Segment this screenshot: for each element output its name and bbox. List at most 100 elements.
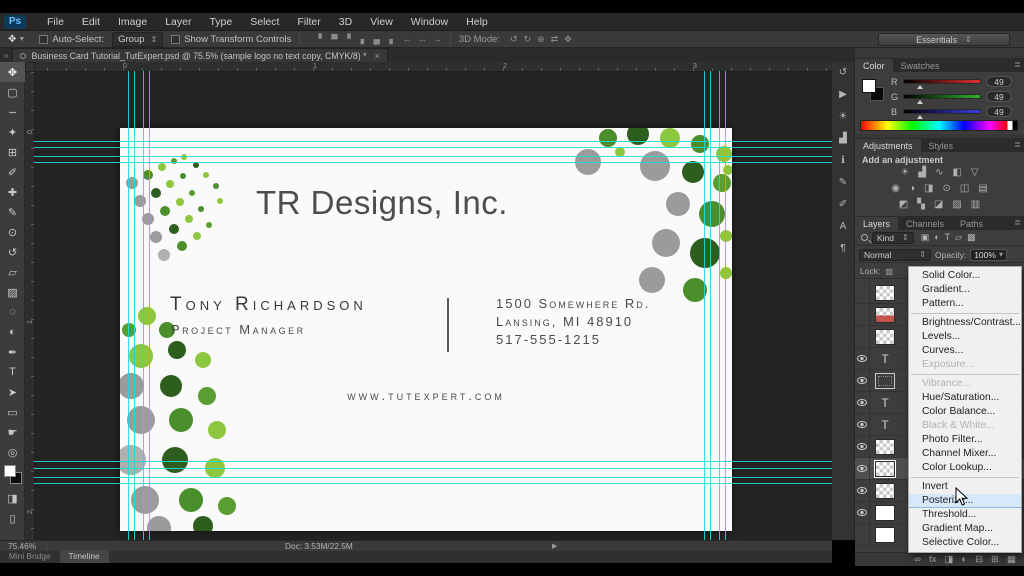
menu-item[interactable] <box>911 313 1019 314</box>
layer-thumbnail[interactable]: T <box>875 351 895 367</box>
gradient-map-icon[interactable]: ▧ <box>952 199 961 210</box>
guide-line[interactable] <box>34 147 832 148</box>
guide-line[interactable] <box>34 156 832 157</box>
color-spectrum-ramp[interactable] <box>860 120 1018 131</box>
align-right-icon[interactable]: ▝ <box>344 34 351 45</box>
layer-thumbnail[interactable]: T <box>875 417 895 433</box>
visibility-toggle[interactable] <box>855 282 870 304</box>
clone-stamp-tool[interactable]: ⊙ <box>0 222 25 242</box>
menu-item[interactable]: 3D <box>330 14 361 30</box>
menu-item[interactable]: Brightness/Contrast... <box>909 316 1021 330</box>
align-middle-icon[interactable]: ▄ <box>374 34 380 45</box>
color-lookup-icon[interactable]: ▤ <box>978 183 987 194</box>
visibility-toggle[interactable] <box>855 502 870 524</box>
menu-item[interactable]: Vibrance... <box>909 377 1021 391</box>
eraser-tool[interactable]: ▱ <box>0 262 25 282</box>
adjustment-layer-icon[interactable]: ◐ <box>961 554 967 565</box>
bottom-tab[interactable]: Mini Bridge <box>0 550 60 563</box>
adjustments-panel-icon[interactable]: ☀ <box>839 111 848 124</box>
crop-tool[interactable]: ⊞ <box>0 142 25 162</box>
healing-brush-tool[interactable]: ✚ <box>0 182 25 202</box>
menu-item[interactable]: Solid Color... <box>909 269 1021 283</box>
auto-select-target-dropdown[interactable]: Group ⇕ <box>112 32 163 47</box>
zoom-tool[interactable]: ◎ <box>0 442 25 462</box>
filter-type-icon[interactable]: T <box>945 232 951 243</box>
filter-smart-icon[interactable]: ▩ <box>967 232 976 243</box>
lasso-tool[interactable]: ∽ <box>0 102 25 122</box>
vibrance-icon[interactable]: ▽ <box>971 167 979 178</box>
slider-thumb-icon[interactable] <box>917 85 923 89</box>
blend-mode-dropdown[interactable]: Normal ⇕ <box>859 249 931 261</box>
menu-item[interactable]: Threshold... <box>909 508 1021 522</box>
hand-tool[interactable]: ☛ <box>0 422 25 442</box>
filter-shape-icon[interactable]: ▱ <box>955 232 962 243</box>
menu-item[interactable]: Color Lookup... <box>909 461 1021 475</box>
blue-slider[interactable] <box>903 109 981 114</box>
lock-transparent-icon[interactable]: ▨ <box>885 267 893 276</box>
menu-item[interactable]: Gradient Map... <box>909 522 1021 536</box>
3d-scale-icon[interactable]: ✥ <box>564 34 572 45</box>
layer-thumbnail[interactable] <box>875 505 895 521</box>
app-logo[interactable]: Ps <box>4 15 26 29</box>
menu-item[interactable] <box>911 477 1019 478</box>
screen-mode-button[interactable]: ▯ <box>0 508 25 528</box>
path-selection-tool[interactable]: ➤ <box>0 382 25 402</box>
visibility-toggle[interactable] <box>855 392 870 414</box>
actions-panel-icon[interactable]: ▶ <box>839 89 847 102</box>
3d-drag-icon[interactable]: ⊕ <box>537 34 545 45</box>
brush-presets-panel-icon[interactable]: ✎ <box>839 177 847 190</box>
menu-item[interactable]: Photo Filter... <box>909 433 1021 447</box>
menu-item[interactable]: Channel Mixer... <box>909 447 1021 461</box>
visibility-toggle[interactable] <box>855 436 870 458</box>
canvas-area[interactable]: 0 1 2 3 0 1 2 <box>25 62 832 540</box>
channel-mixer-icon[interactable]: ◫ <box>960 183 969 194</box>
paragraph-panel-icon[interactable]: ¶ <box>840 243 845 256</box>
menu-item[interactable]: Help <box>457 14 497 30</box>
3d-roll-icon[interactable]: ↻ <box>524 34 532 45</box>
slider-thumb-icon[interactable] <box>917 115 923 119</box>
gradient-tool[interactable]: ▨ <box>0 282 25 302</box>
quick-mask-button[interactable]: ◨ <box>0 488 25 508</box>
foreground-background-swatches[interactable] <box>0 462 25 488</box>
levels-panel-icon[interactable]: ▟ <box>839 133 847 146</box>
menu-item[interactable]: Selective Color... <box>909 536 1021 550</box>
bottom-tab[interactable]: Timeline <box>60 550 109 563</box>
panel-tab[interactable]: Styles <box>921 139 962 152</box>
color-balance-icon[interactable]: ◑ <box>909 183 915 194</box>
layer-effects-icon[interactable]: fx <box>929 554 936 565</box>
marquee-tool[interactable]: ▢ <box>0 82 25 102</box>
menu-item[interactable]: Select <box>241 14 288 30</box>
close-tab-icon[interactable]: × <box>375 51 380 61</box>
panel-tab[interactable]: Adjustments <box>855 139 921 152</box>
visibility-toggle[interactable] <box>855 480 870 502</box>
new-layer-icon[interactable]: ⊞ <box>991 554 999 565</box>
filter-kind-dropdown[interactable]: Kind ⇕ <box>872 232 914 244</box>
new-group-icon[interactable]: ⊟ <box>975 554 983 565</box>
channel-value[interactable]: 49 <box>986 106 1012 117</box>
distribute-right-icon[interactable]: → <box>433 34 442 44</box>
hue-saturation-icon[interactable]: ◉ <box>891 183 900 194</box>
exposure-icon[interactable]: ◧ <box>952 167 961 178</box>
tool-presets-panel-icon[interactable]: ✐ <box>839 199 847 212</box>
pen-tool[interactable]: ✒ <box>0 342 25 362</box>
guide-line[interactable] <box>34 483 832 484</box>
panel-tab[interactable]: Channels <box>898 217 952 230</box>
layer-thumbnail[interactable] <box>875 439 895 455</box>
tool-preset-caret-icon[interactable]: ▼ <box>18 36 25 43</box>
menu-item[interactable]: View <box>361 14 402 30</box>
black-white-icon[interactable]: ◨ <box>924 183 933 194</box>
layer-thumbnail[interactable] <box>875 373 895 389</box>
levels-icon[interactable]: ▟ <box>918 167 926 178</box>
green-slider[interactable] <box>903 94 981 99</box>
distribute-center-icon[interactable]: ↔ <box>418 34 427 44</box>
menu-item[interactable]: Edit <box>73 14 109 30</box>
layer-thumbnail[interactable] <box>875 285 895 301</box>
panel-tab[interactable]: Swatches <box>893 59 948 72</box>
visibility-toggle[interactable] <box>855 370 870 392</box>
layer-thumbnail[interactable] <box>875 329 895 345</box>
3d-slide-icon[interactable]: ⇄ <box>551 34 559 45</box>
panel-tab[interactable]: Layers <box>855 217 898 230</box>
brightness-contrast-icon[interactable]: ☀ <box>900 167 909 178</box>
invert-icon[interactable]: ◩ <box>899 199 908 210</box>
blur-tool[interactable]: ◌ <box>0 302 25 322</box>
